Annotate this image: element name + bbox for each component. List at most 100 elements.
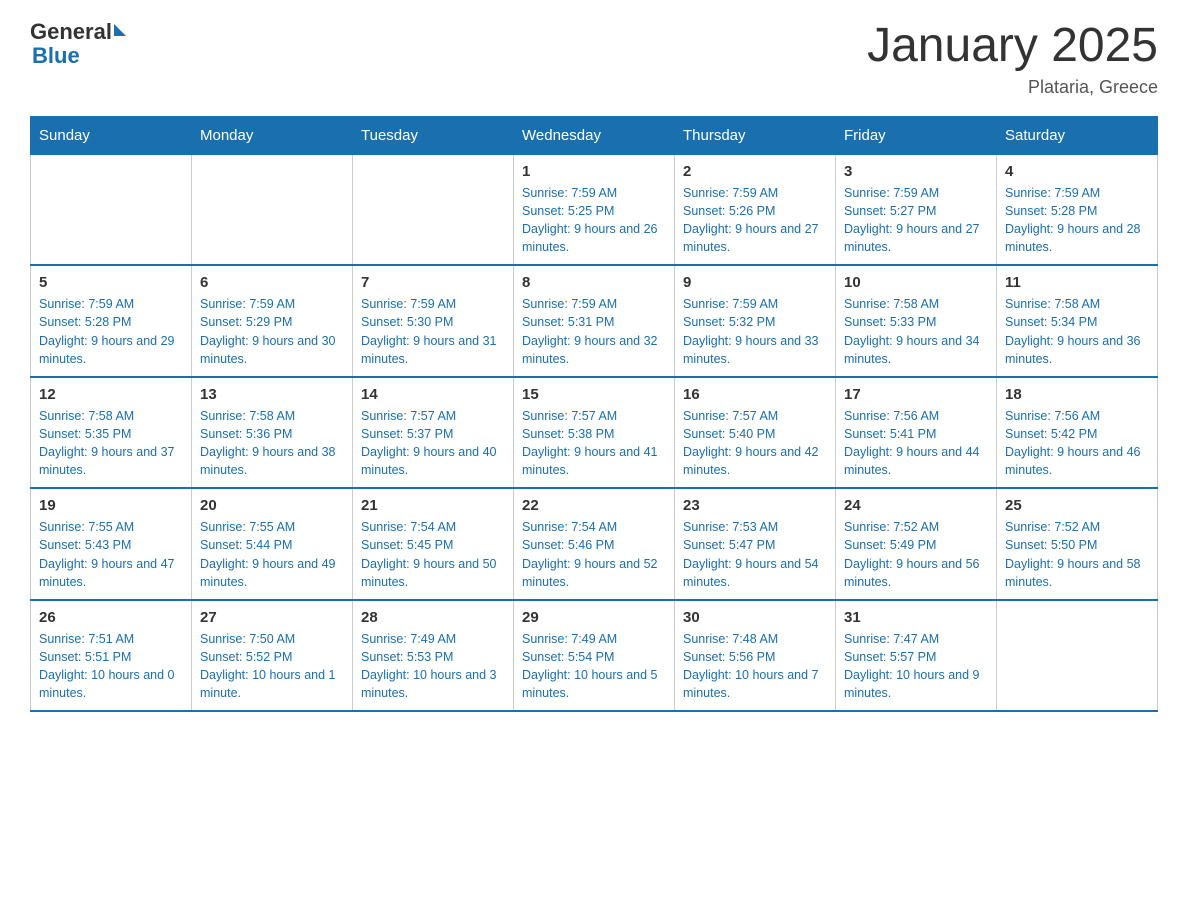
calendar-cell: 18Sunrise: 7:56 AMSunset: 5:42 PMDayligh… [997, 377, 1158, 489]
day-info: Sunrise: 7:57 AMSunset: 5:37 PMDaylight:… [361, 407, 505, 480]
calendar-cell: 21Sunrise: 7:54 AMSunset: 5:45 PMDayligh… [353, 488, 514, 600]
day-info: Sunrise: 7:49 AMSunset: 5:53 PMDaylight:… [361, 630, 505, 703]
calendar-cell: 1Sunrise: 7:59 AMSunset: 5:25 PMDaylight… [514, 154, 675, 265]
day-info: Sunrise: 7:59 AMSunset: 5:26 PMDaylight:… [683, 184, 827, 257]
calendar-cell: 30Sunrise: 7:48 AMSunset: 5:56 PMDayligh… [675, 600, 836, 712]
day-info: Sunrise: 7:48 AMSunset: 5:56 PMDaylight:… [683, 630, 827, 703]
logo-general: General [30, 20, 126, 44]
day-info: Sunrise: 7:49 AMSunset: 5:54 PMDaylight:… [522, 630, 666, 703]
day-number: 30 [683, 607, 827, 628]
day-number: 3 [844, 161, 988, 182]
day-info: Sunrise: 7:55 AMSunset: 5:44 PMDaylight:… [200, 518, 344, 591]
day-number: 28 [361, 607, 505, 628]
calendar-cell: 10Sunrise: 7:58 AMSunset: 5:33 PMDayligh… [836, 265, 997, 377]
title-block: January 2025 Plataria, Greece [867, 20, 1158, 98]
day-info: Sunrise: 7:51 AMSunset: 5:51 PMDaylight:… [39, 630, 183, 703]
calendar-cell: 16Sunrise: 7:57 AMSunset: 5:40 PMDayligh… [675, 377, 836, 489]
day-of-week-header: Tuesday [353, 116, 514, 154]
calendar-cell: 13Sunrise: 7:58 AMSunset: 5:36 PMDayligh… [192, 377, 353, 489]
calendar-cell [192, 154, 353, 265]
day-of-week-header: Thursday [675, 116, 836, 154]
calendar-cell: 2Sunrise: 7:59 AMSunset: 5:26 PMDaylight… [675, 154, 836, 265]
day-info: Sunrise: 7:59 AMSunset: 5:32 PMDaylight:… [683, 295, 827, 368]
day-number: 18 [1005, 384, 1149, 405]
day-of-week-header: Monday [192, 116, 353, 154]
day-info: Sunrise: 7:53 AMSunset: 5:47 PMDaylight:… [683, 518, 827, 591]
day-number: 21 [361, 495, 505, 516]
calendar-cell: 25Sunrise: 7:52 AMSunset: 5:50 PMDayligh… [997, 488, 1158, 600]
calendar-cell: 14Sunrise: 7:57 AMSunset: 5:37 PMDayligh… [353, 377, 514, 489]
day-of-week-header: Sunday [31, 116, 192, 154]
calendar-subtitle: Plataria, Greece [867, 77, 1158, 98]
day-number: 27 [200, 607, 344, 628]
calendar-week-row: 1Sunrise: 7:59 AMSunset: 5:25 PMDaylight… [31, 154, 1158, 265]
day-info: Sunrise: 7:59 AMSunset: 5:29 PMDaylight:… [200, 295, 344, 368]
day-info: Sunrise: 7:54 AMSunset: 5:45 PMDaylight:… [361, 518, 505, 591]
calendar-cell [31, 154, 192, 265]
day-number: 26 [39, 607, 183, 628]
day-info: Sunrise: 7:56 AMSunset: 5:42 PMDaylight:… [1005, 407, 1149, 480]
calendar-cell: 22Sunrise: 7:54 AMSunset: 5:46 PMDayligh… [514, 488, 675, 600]
calendar-week-row: 19Sunrise: 7:55 AMSunset: 5:43 PMDayligh… [31, 488, 1158, 600]
calendar-cell: 20Sunrise: 7:55 AMSunset: 5:44 PMDayligh… [192, 488, 353, 600]
day-info: Sunrise: 7:50 AMSunset: 5:52 PMDaylight:… [200, 630, 344, 703]
day-number: 1 [522, 161, 666, 182]
day-number: 5 [39, 272, 183, 293]
day-number: 29 [522, 607, 666, 628]
day-info: Sunrise: 7:52 AMSunset: 5:49 PMDaylight:… [844, 518, 988, 591]
calendar-cell: 8Sunrise: 7:59 AMSunset: 5:31 PMDaylight… [514, 265, 675, 377]
day-number: 31 [844, 607, 988, 628]
calendar-cell [997, 600, 1158, 712]
calendar-week-row: 12Sunrise: 7:58 AMSunset: 5:35 PMDayligh… [31, 377, 1158, 489]
day-number: 2 [683, 161, 827, 182]
day-number: 25 [1005, 495, 1149, 516]
day-info: Sunrise: 7:58 AMSunset: 5:35 PMDaylight:… [39, 407, 183, 480]
calendar-cell: 28Sunrise: 7:49 AMSunset: 5:53 PMDayligh… [353, 600, 514, 712]
day-number: 15 [522, 384, 666, 405]
day-info: Sunrise: 7:59 AMSunset: 5:31 PMDaylight:… [522, 295, 666, 368]
calendar-cell: 29Sunrise: 7:49 AMSunset: 5:54 PMDayligh… [514, 600, 675, 712]
calendar-cell: 3Sunrise: 7:59 AMSunset: 5:27 PMDaylight… [836, 154, 997, 265]
day-info: Sunrise: 7:56 AMSunset: 5:41 PMDaylight:… [844, 407, 988, 480]
page-header: General Blue January 2025 Plataria, Gree… [30, 20, 1158, 98]
calendar-cell: 9Sunrise: 7:59 AMSunset: 5:32 PMDaylight… [675, 265, 836, 377]
calendar-cell: 11Sunrise: 7:58 AMSunset: 5:34 PMDayligh… [997, 265, 1158, 377]
calendar-cell: 7Sunrise: 7:59 AMSunset: 5:30 PMDaylight… [353, 265, 514, 377]
day-number: 20 [200, 495, 344, 516]
day-info: Sunrise: 7:59 AMSunset: 5:28 PMDaylight:… [1005, 184, 1149, 257]
day-info: Sunrise: 7:59 AMSunset: 5:28 PMDaylight:… [39, 295, 183, 368]
calendar-cell: 15Sunrise: 7:57 AMSunset: 5:38 PMDayligh… [514, 377, 675, 489]
day-of-week-header: Saturday [997, 116, 1158, 154]
day-number: 22 [522, 495, 666, 516]
day-number: 14 [361, 384, 505, 405]
calendar-week-row: 26Sunrise: 7:51 AMSunset: 5:51 PMDayligh… [31, 600, 1158, 712]
calendar-cell: 31Sunrise: 7:47 AMSunset: 5:57 PMDayligh… [836, 600, 997, 712]
logo-blue-text: Blue [32, 44, 80, 68]
logo: General Blue [30, 20, 126, 68]
calendar-cell: 19Sunrise: 7:55 AMSunset: 5:43 PMDayligh… [31, 488, 192, 600]
day-info: Sunrise: 7:57 AMSunset: 5:38 PMDaylight:… [522, 407, 666, 480]
calendar-cell: 24Sunrise: 7:52 AMSunset: 5:49 PMDayligh… [836, 488, 997, 600]
day-number: 23 [683, 495, 827, 516]
day-info: Sunrise: 7:57 AMSunset: 5:40 PMDaylight:… [683, 407, 827, 480]
day-info: Sunrise: 7:52 AMSunset: 5:50 PMDaylight:… [1005, 518, 1149, 591]
calendar-cell: 17Sunrise: 7:56 AMSunset: 5:41 PMDayligh… [836, 377, 997, 489]
day-info: Sunrise: 7:58 AMSunset: 5:34 PMDaylight:… [1005, 295, 1149, 368]
calendar-cell: 12Sunrise: 7:58 AMSunset: 5:35 PMDayligh… [31, 377, 192, 489]
day-number: 11 [1005, 272, 1149, 293]
day-info: Sunrise: 7:59 AMSunset: 5:25 PMDaylight:… [522, 184, 666, 257]
day-number: 10 [844, 272, 988, 293]
day-info: Sunrise: 7:58 AMSunset: 5:36 PMDaylight:… [200, 407, 344, 480]
calendar-header-row: SundayMondayTuesdayWednesdayThursdayFrid… [31, 116, 1158, 154]
day-number: 8 [522, 272, 666, 293]
day-number: 17 [844, 384, 988, 405]
day-number: 12 [39, 384, 183, 405]
day-number: 9 [683, 272, 827, 293]
day-info: Sunrise: 7:55 AMSunset: 5:43 PMDaylight:… [39, 518, 183, 591]
day-number: 4 [1005, 161, 1149, 182]
logo-arrow-icon [114, 24, 126, 36]
day-of-week-header: Wednesday [514, 116, 675, 154]
calendar-cell: 27Sunrise: 7:50 AMSunset: 5:52 PMDayligh… [192, 600, 353, 712]
day-info: Sunrise: 7:54 AMSunset: 5:46 PMDaylight:… [522, 518, 666, 591]
day-info: Sunrise: 7:58 AMSunset: 5:33 PMDaylight:… [844, 295, 988, 368]
